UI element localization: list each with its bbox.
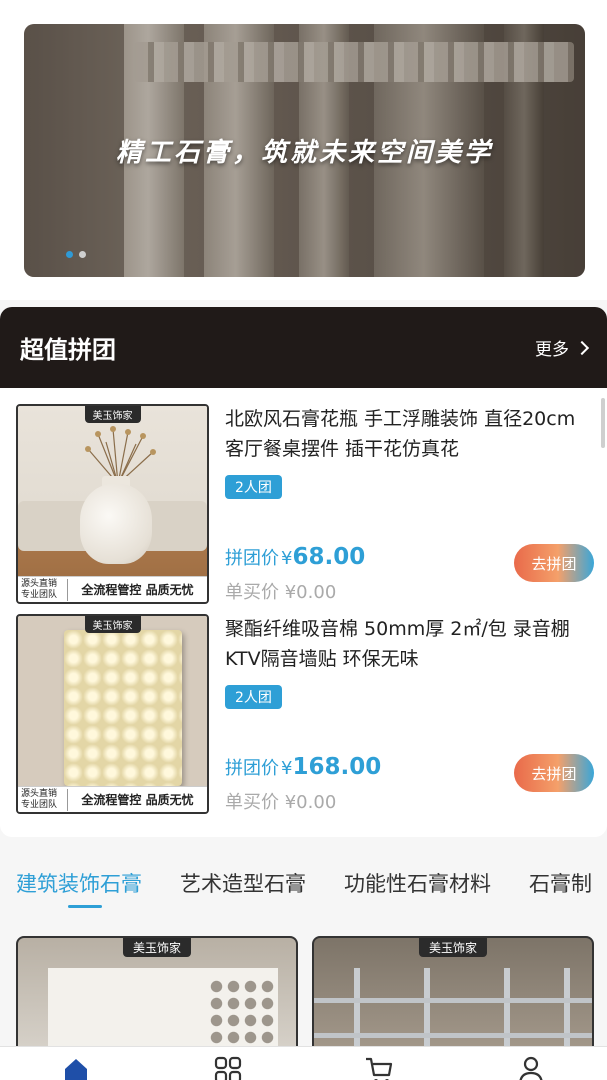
- scrollbar[interactable]: [601, 398, 605, 448]
- brand-badge: 美玉饰家: [122, 938, 192, 957]
- product-image-stud: [354, 968, 360, 1056]
- group-price: 拼团价 ¥ 168.00: [225, 754, 381, 780]
- product-card[interactable]: 美玉饰家: [312, 936, 594, 1056]
- chevron-right-icon: [574, 340, 590, 355]
- group-buy-title: 超值拼团: [20, 336, 116, 364]
- currency-symbol: ¥: [281, 548, 293, 569]
- single-price-value: ¥0.00: [284, 582, 337, 603]
- deal-item[interactable]: 美玉饰家 源头直销 专业团队 全流程管控 品质无忧 聚酯纤维吸音棉 50mm厚 …: [16, 614, 596, 814]
- join-group-button[interactable]: 去拼团: [514, 544, 594, 582]
- product-image-stud: [504, 968, 510, 1056]
- join-group-button[interactable]: 去拼团: [514, 754, 594, 792]
- deal-item[interactable]: 美玉饰家 源头直销 专业团队 全流程管控 品质无忧 北欧风石膏花瓶 手工浮雕装饰…: [16, 404, 596, 604]
- product-grid: 美玉饰家 美玉饰家: [0, 936, 607, 1056]
- tab-art-gypsum[interactable]: 艺术造型石膏: [180, 850, 306, 920]
- bottom-nav: [0, 1046, 607, 1080]
- dried-flowers-graphic: [85, 426, 156, 484]
- nav-category[interactable]: [198, 1047, 258, 1080]
- single-price-value: ¥0.00: [284, 792, 337, 813]
- carousel-dot-active[interactable]: [66, 251, 73, 258]
- product-image-stud: [424, 968, 430, 1056]
- footer-left-text: 源头直销 专业团队: [18, 788, 68, 811]
- image-footer: 源头直销 专业团队 全流程管控 品质无忧: [18, 786, 207, 812]
- group-price-label: 拼团价: [225, 758, 279, 779]
- tab-functional-gypsum[interactable]: 功能性石膏材料: [344, 850, 491, 920]
- more-label: 更多: [535, 340, 569, 360]
- product-image-bar: [314, 998, 592, 1003]
- group-buy-section: 超值拼团 更多 美玉饰家 源头直销 专业团队 全流程管控 品质无忧 北欧风石膏花…: [0, 307, 607, 837]
- single-price-label: 单买价: [225, 792, 279, 813]
- image-foam-panel: [64, 630, 182, 786]
- footer-left-text: 源头直销 专业团队: [18, 578, 68, 601]
- currency-symbol: ¥: [281, 758, 293, 779]
- home-icon: [64, 1059, 87, 1080]
- group-price-value: 168.00: [292, 754, 382, 780]
- group-price: 拼团价 ¥ 68.00: [225, 544, 365, 570]
- category-icon: [214, 1056, 241, 1080]
- brand-badge: 美玉饰家: [84, 406, 141, 423]
- nav-cart[interactable]: [349, 1047, 409, 1080]
- group-size-tag: 2人团: [225, 475, 282, 499]
- group-price-value: 68.00: [292, 544, 366, 570]
- image-vase: [80, 484, 152, 564]
- nav-home[interactable]: [46, 1047, 106, 1080]
- image-footer: 源头直销 专业团队 全流程管控 品质无忧: [18, 576, 207, 602]
- tab-gypsum-products[interactable]: 石膏制: [529, 850, 592, 920]
- banner-carousel[interactable]: 精工石膏，筑就未来空间美学: [24, 24, 585, 277]
- tab-architectural-gypsum[interactable]: 建筑装饰石膏: [16, 850, 142, 920]
- single-price: 单买价 ¥0.00: [225, 578, 336, 604]
- product-image-holes: [208, 978, 278, 1056]
- single-price: 单买价 ¥0.00: [225, 788, 336, 814]
- product-image-bar: [314, 1033, 592, 1038]
- group-buy-header: 超值拼团 更多: [0, 307, 607, 388]
- user-icon: [519, 1056, 543, 1080]
- cart-icon: [366, 1057, 393, 1080]
- product-image-stud: [564, 968, 570, 1056]
- category-tabs: 建筑装饰石膏 艺术造型石膏 功能性石膏材料 石膏制: [0, 850, 607, 920]
- group-price-label: 拼团价: [225, 548, 279, 569]
- carousel-indicator: [66, 251, 86, 258]
- brand-badge: 美玉饰家: [84, 616, 141, 633]
- nav-profile[interactable]: [501, 1047, 561, 1080]
- footer-right-text: 全流程管控 品质无忧: [81, 583, 194, 597]
- page: 精工石膏，筑就未来空间美学 超值拼团 更多 美玉饰家 源头直销 专业团队 全流程…: [0, 0, 607, 1080]
- deal-title[interactable]: 北欧风石膏花瓶 手工浮雕装饰 直径20cm 客厅餐桌摆件 插干花仿真花: [225, 404, 595, 464]
- more-link[interactable]: 更多: [535, 335, 590, 360]
- banner-section: 精工石膏，筑就未来空间美学: [0, 0, 607, 300]
- single-price-label: 单买价: [225, 582, 279, 603]
- banner-slogan: 精工石膏，筑就未来空间美学: [115, 138, 493, 168]
- carousel-dot[interactable]: [79, 251, 86, 258]
- deal-image[interactable]: 美玉饰家 源头直销 专业团队 全流程管控 品质无忧: [16, 614, 209, 814]
- group-size-tag: 2人团: [225, 685, 282, 709]
- product-card[interactable]: 美玉饰家: [16, 936, 298, 1056]
- deal-title[interactable]: 聚酯纤维吸音棉 50mm厚 2㎡/包 录音棚KTV隔音墙贴 环保无味: [225, 614, 595, 674]
- deal-image[interactable]: 美玉饰家 源头直销 专业团队 全流程管控 品质无忧: [16, 404, 209, 604]
- brand-badge: 美玉饰家: [418, 938, 488, 957]
- footer-right-text: 全流程管控 品质无忧: [81, 793, 194, 807]
